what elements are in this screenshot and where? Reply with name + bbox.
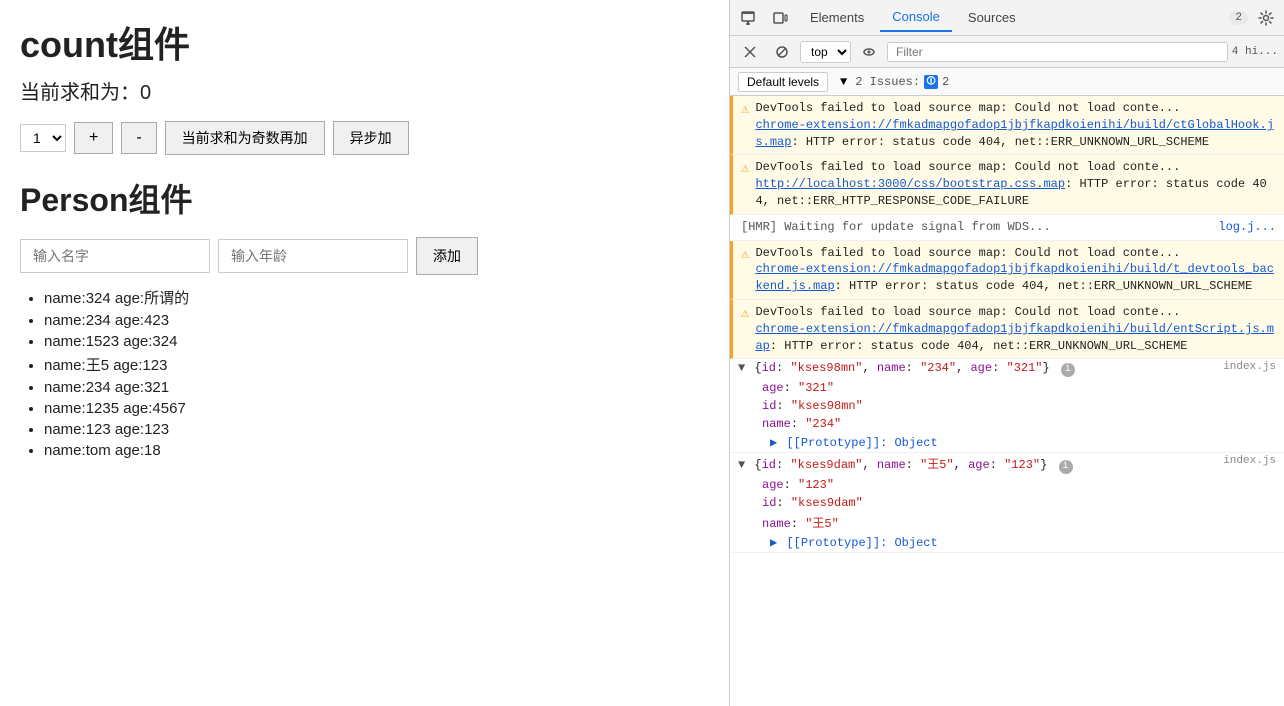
filter-input[interactable] <box>887 42 1228 62</box>
inspect-icon-btn[interactable] <box>734 4 762 32</box>
odd-add-button[interactable]: 当前求和为奇数再加 <box>165 121 325 155</box>
devtools-topbar: Elements Console Sources 2 <box>730 0 1284 36</box>
devtools-toolbar2: top 4 hi... <box>730 36 1284 68</box>
settings-icon <box>1258 10 1274 26</box>
default-levels-btn[interactable]: Default levels <box>738 72 828 92</box>
plus-button[interactable]: + <box>74 122 113 154</box>
warning-icon-3: ⚠ <box>741 246 749 295</box>
hmr-link[interactable]: log.j... <box>1218 219 1276 236</box>
count-title: count组件 <box>20 16 709 68</box>
console-link-2[interactable]: http://localhost:3000/css/bootstrap.css.… <box>755 177 1065 191</box>
tab-elements[interactable]: Elements <box>798 4 876 31</box>
age-input[interactable] <box>218 239 408 273</box>
list-item: name:234 age:423 <box>44 312 709 329</box>
prototype-link-1[interactable]: Object <box>894 436 937 450</box>
console-text-1: DevTools failed to load source map: Coul… <box>755 100 1276 150</box>
console-link-3[interactable]: chrome-extension://fmkadmapgofadop1jbjfk… <box>755 262 1273 293</box>
console-text-4: DevTools failed to load source map: Coul… <box>755 304 1276 354</box>
object-entry-1: ▼ {id: "kses98mn", name: "234", age: "32… <box>730 359 1284 453</box>
no-icon-btn[interactable] <box>768 38 796 66</box>
eye-icon-btn[interactable] <box>855 38 883 66</box>
devtools-issues-bar: Default levels ▼ 2 Issues: 🛈 2 <box>730 68 1284 96</box>
console-text-hmr: [HMR] Waiting for update signal from WDS… <box>741 219 1276 236</box>
tab-console[interactable]: Console <box>880 3 952 32</box>
warning-icon-4: ⚠ <box>741 305 749 354</box>
list-item: name:123 age:123 <box>44 421 709 438</box>
obj-info-icon-2[interactable]: i <box>1059 460 1073 474</box>
level-text: 4 hi... <box>1232 46 1278 58</box>
warning-icon-2: ⚠ <box>741 160 749 209</box>
counter-row: 1 2 3 + - 当前求和为奇数再加 异步加 <box>20 121 709 155</box>
obj-info-icon-1[interactable]: i <box>1061 363 1075 377</box>
prototype-link-2[interactable]: Object <box>894 536 937 550</box>
obj-filename-2: index.js <box>1223 455 1276 467</box>
inspect-icon <box>740 10 756 26</box>
current-sum: 当前求和为：0 <box>20 76 709 105</box>
console-text-2: DevTools failed to load source map: Coul… <box>755 159 1276 209</box>
person-title: Person组件 <box>20 175 709 221</box>
collapse-triangle-1[interactable]: ▼ <box>738 361 745 375</box>
list-item: name:324 age:所谓的 <box>44 287 709 308</box>
settings-icon-btn[interactable] <box>1252 4 1280 32</box>
eye-icon <box>862 45 876 59</box>
add-person-button[interactable]: 添加 <box>416 237 478 275</box>
minus-button[interactable]: - <box>121 122 156 154</box>
console-entry-hmr: [HMR] Waiting for update signal from WDS… <box>730 215 1284 241</box>
console-link-1[interactable]: chrome-extension://fmkadmapgofadop1jbjfk… <box>755 118 1273 149</box>
devtools-panel: Elements Console Sources 2 <box>730 0 1284 706</box>
issues-count: 2 <box>942 75 949 89</box>
list-item: name:tom age:18 <box>44 442 709 459</box>
issues-badge-count: 2 <box>1229 11 1248 25</box>
console-text-3: DevTools failed to load source map: Coul… <box>755 245 1276 295</box>
name-input[interactable] <box>20 239 210 273</box>
list-item: name:234 age:321 <box>44 379 709 396</box>
console-entry-4: ⚠ DevTools failed to load source map: Co… <box>730 300 1284 359</box>
issues-label: 2 Issues: <box>855 75 920 89</box>
person-input-row: 添加 <box>20 237 709 275</box>
issues-icon: 🛈 <box>924 75 938 89</box>
object-entry-2: ▼ {id: "kses9dam", name: "王5", age: "123… <box>730 453 1284 553</box>
console-link-4[interactable]: chrome-extension://fmkadmapgofadop1jbjfk… <box>755 322 1273 353</box>
warning-icon-1: ⚠ <box>741 101 749 150</box>
console-entry-2: ⚠ DevTools failed to load source map: Co… <box>730 155 1284 214</box>
prototype-triangle-2[interactable]: ▶ <box>770 536 777 550</box>
obj-filename-1: index.js <box>1223 361 1276 373</box>
list-item: name:王5 age:123 <box>44 354 709 375</box>
console-entry-1: ⚠ DevTools failed to load source map: Co… <box>730 96 1284 155</box>
clear-icon <box>743 45 757 59</box>
console-entry-3: ⚠ DevTools failed to load source map: Co… <box>730 241 1284 300</box>
console-output[interactable]: ⚠ DevTools failed to load source map: Co… <box>730 96 1284 706</box>
device-icon-btn[interactable] <box>766 4 794 32</box>
prototype-triangle-1[interactable]: ▶ <box>770 436 777 450</box>
list-item: name:1235 age:4567 <box>44 400 709 417</box>
left-panel: count组件 当前求和为：0 1 2 3 + - 当前求和为奇数再加 异步加 … <box>0 0 730 706</box>
list-item: name:1523 age:324 <box>44 333 709 350</box>
no-icon <box>775 45 789 59</box>
collapse-triangle-2[interactable]: ▼ <box>738 458 745 472</box>
issues-count-badge: 2 Issues: 🛈 2 <box>855 75 949 89</box>
clear-console-btn[interactable] <box>736 38 764 66</box>
device-icon <box>772 10 788 26</box>
async-button[interactable]: 异步加 <box>333 121 409 155</box>
top-select[interactable]: top <box>800 41 851 63</box>
counter-select[interactable]: 1 2 3 <box>20 124 66 152</box>
person-list: name:324 age:所谓的 name:234 age:423 name:152… <box>20 287 709 459</box>
tab-sources[interactable]: Sources <box>956 4 1028 31</box>
